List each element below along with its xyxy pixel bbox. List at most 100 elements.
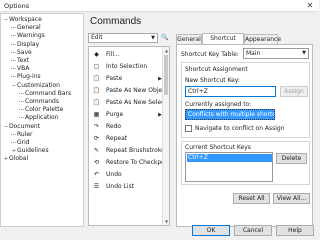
close-icon[interactable]: ✕ bbox=[305, 1, 315, 11]
tree-item[interactable]: Display bbox=[11, 41, 39, 49]
tab-general[interactable]: General bbox=[176, 34, 202, 44]
tree-connector bbox=[11, 60, 16, 61]
delete-button[interactable]: Delete bbox=[276, 153, 307, 164]
list-item[interactable]: ▢ Into Selection bbox=[89, 61, 163, 73]
tree-item-label: Guidelines bbox=[17, 147, 49, 155]
shortcut-table-select[interactable]: Main ▼ bbox=[243, 48, 309, 59]
view-all-button[interactable]: View All... bbox=[273, 193, 310, 204]
current-key-item[interactable]: Ctrl+Z bbox=[187, 154, 272, 162]
tree-item-label: Plug-ins bbox=[17, 73, 41, 81]
tree-item[interactable]: Plug-ins bbox=[11, 73, 41, 81]
list-item[interactable]: ⟲ Restore To Checkpoint bbox=[89, 157, 163, 169]
find-binoculars-icon[interactable]: 🔍 bbox=[160, 33, 170, 43]
tab-appearance[interactable]: Appearance bbox=[244, 34, 281, 44]
reset-all-button[interactable]: Reset All bbox=[233, 193, 270, 204]
navigate-label: Navigate to conflict on Assign bbox=[195, 125, 285, 132]
tree-item[interactable]: General bbox=[11, 24, 41, 32]
tree-item[interactable]: VBA bbox=[11, 65, 29, 73]
list-item[interactable]: ☰ Undo List bbox=[89, 181, 163, 193]
command-label: Restore To Checkpoint bbox=[106, 159, 163, 166]
list-item[interactable]: ◆ Fill... bbox=[89, 49, 163, 61]
tree-item[interactable]: +Global bbox=[3, 155, 28, 163]
list-item[interactable]: ✎ Repeat Brushstroke bbox=[89, 145, 163, 157]
command-label: Redo bbox=[106, 123, 122, 130]
shortcut-table-label: Shortcut Key Table: bbox=[181, 51, 239, 58]
chevron-down-icon: ▼ bbox=[151, 35, 155, 41]
current-keys-group: Current Shortcut Keys Ctrl+Z Delete bbox=[181, 141, 310, 185]
command-icon: ↷ bbox=[93, 123, 100, 130]
command-icon: ✎ bbox=[93, 147, 100, 154]
commands-scrollbar[interactable]: ▲ ▼ bbox=[162, 47, 169, 225]
commands-list[interactable]: ◆ Fill... ▢ Into Selection 📋 Paste ▶ 📋 Paste As … bbox=[88, 46, 170, 226]
tree-item-label: Ruler bbox=[17, 130, 33, 138]
tree-item-label: Workspace bbox=[9, 16, 42, 23]
tree-connector bbox=[11, 68, 16, 70]
tree-item[interactable]: Save bbox=[11, 49, 32, 57]
navigate-checkbox[interactable] bbox=[185, 125, 192, 132]
current-keys-label: Current Shortcut Keys bbox=[185, 144, 251, 151]
window-title: Options bbox=[4, 2, 30, 10]
tree-item[interactable]: Application bbox=[19, 114, 59, 122]
category-select[interactable]: Edit ▼ bbox=[88, 33, 158, 43]
tree-item[interactable]: Command Bars bbox=[19, 90, 71, 98]
tree-item-label: Text bbox=[17, 57, 30, 64]
tree-connector bbox=[11, 51, 16, 53]
group-title: Shortcut Assignment bbox=[185, 66, 248, 73]
tree-connector bbox=[11, 35, 16, 37]
list-item[interactable]: 📋 Paste ▶ bbox=[89, 73, 163, 85]
command-label: Repeat bbox=[106, 135, 128, 142]
tree-item-label: Grid bbox=[17, 139, 30, 146]
list-item[interactable]: ↶ Undo bbox=[89, 169, 163, 181]
tree-item[interactable]: Ruler bbox=[11, 131, 33, 139]
tree-item[interactable]: +Guidelines bbox=[11, 147, 49, 155]
scroll-thumb[interactable] bbox=[164, 55, 168, 95]
tree-connector bbox=[19, 92, 24, 94]
list-item[interactable]: 📋 Paste As New Object bbox=[89, 85, 163, 97]
list-item[interactable]: 📋 Paste As New Selection bbox=[89, 97, 163, 109]
tree-item-label: VBA bbox=[17, 65, 30, 73]
assign-button[interactable]: Assign bbox=[280, 86, 308, 97]
tree-item-label: Commands bbox=[25, 98, 59, 105]
tree-item[interactable]: Grid bbox=[11, 139, 30, 147]
command-label: Paste As New Selection bbox=[106, 99, 163, 106]
tree-item-label: Global bbox=[9, 155, 29, 163]
command-icon: ☰ bbox=[93, 183, 100, 190]
category-select-value: Edit bbox=[91, 34, 103, 41]
tree-connector bbox=[11, 43, 16, 45]
tree-connector bbox=[11, 76, 16, 78]
scroll-down-icon[interactable]: ▼ bbox=[163, 218, 169, 225]
tree-item-label: General bbox=[17, 24, 41, 32]
tree-item[interactable]: Text bbox=[11, 57, 29, 65]
chevron-down-icon: ▼ bbox=[302, 50, 306, 56]
command-label: Undo bbox=[106, 171, 122, 178]
new-key-label: New Shortcut Key: bbox=[185, 77, 240, 84]
scroll-up-icon[interactable]: ▲ bbox=[163, 47, 169, 54]
current-keys-list[interactable]: Ctrl+Z bbox=[185, 152, 273, 182]
tree-item-label: Save bbox=[17, 48, 32, 56]
shortcut-assignment-group: Shortcut Assignment New Shortcut Key: Ct… bbox=[181, 62, 310, 138]
ok-button[interactable]: OK bbox=[192, 225, 230, 236]
tree-item[interactable]: −Workspace bbox=[3, 16, 42, 24]
tree-item[interactable]: Color Palette bbox=[19, 106, 63, 114]
tree-item-label: Command Bars bbox=[25, 89, 72, 97]
command-icon: 📋 bbox=[92, 87, 101, 94]
help-button[interactable]: Help bbox=[276, 225, 314, 236]
command-icon: ◆ bbox=[94, 51, 99, 58]
list-item[interactable]: ▦ Purge ▶ bbox=[89, 109, 163, 121]
tree-item[interactable]: Commands bbox=[19, 98, 59, 106]
list-item[interactable]: ↷ Redo bbox=[89, 121, 163, 133]
new-shortcut-input[interactable]: Ctrl+Z bbox=[185, 86, 276, 97]
options-tree[interactable]: −Workspace General Warnings Display Save Text… bbox=[0, 13, 84, 227]
assigned-conflict-field[interactable]: Conflicts with multiple shortcuts. bbox=[185, 109, 275, 120]
tree-item-label: Warnings bbox=[17, 32, 45, 40]
cancel-button[interactable]: Cancel bbox=[234, 225, 272, 236]
command-icon: ▢ bbox=[93, 63, 100, 70]
tree-item[interactable]: Warnings bbox=[11, 32, 45, 40]
tree-item[interactable]: −Customization bbox=[11, 82, 60, 90]
tree-connector bbox=[19, 101, 24, 102]
command-icon: 📋 bbox=[92, 99, 101, 106]
tree-item[interactable]: −Document bbox=[3, 123, 40, 131]
assigned-label: Currently assigned to: bbox=[185, 101, 252, 108]
command-icon: ⟲ bbox=[93, 159, 100, 166]
list-item[interactable]: ⟳ Repeat bbox=[89, 133, 163, 145]
